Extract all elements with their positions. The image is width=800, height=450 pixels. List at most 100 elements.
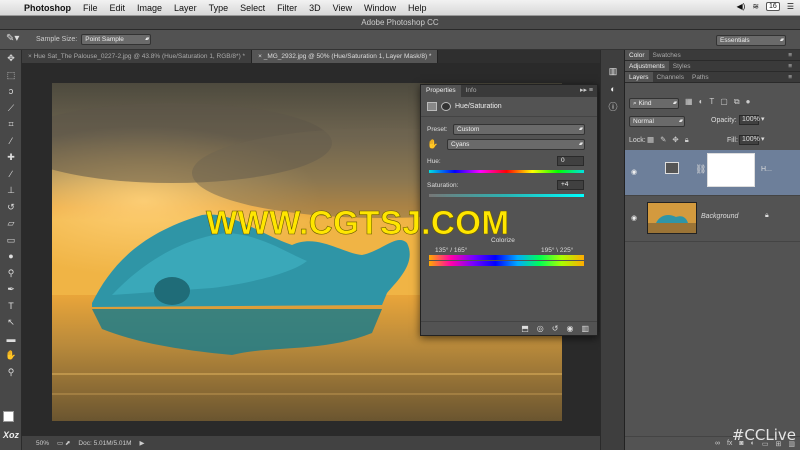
tab-adjustments[interactable]: Adjustments <box>625 61 669 71</box>
result-color-bar[interactable] <box>429 261 584 266</box>
zoom-tool-icon[interactable]: ⚲ <box>0 364 22 381</box>
sample-size-select[interactable]: Point Sample <box>81 34 152 45</box>
opacity-dropdown-icon[interactable]: ▾ <box>761 115 765 123</box>
type-filter-icon[interactable]: T <box>709 97 714 107</box>
tab-layers[interactable]: Layers <box>625 72 653 82</box>
toggle-visibility-icon[interactable]: ◉ <box>566 324 573 333</box>
lasso-tool-icon[interactable]: ↄ <box>0 83 22 100</box>
blur-tool-icon[interactable]: ● <box>0 248 22 265</box>
menu-edit[interactable]: Edit <box>110 3 126 13</box>
doc-tab-mg2932[interactable]: × _MG_2932.jpg @ 50% (Hue/Saturation 1, … <box>252 50 439 63</box>
properties-panel-icon[interactable]: ◐ <box>601 80 625 98</box>
notification-icon[interactable]: ☰ <box>787 2 794 11</box>
smart-object-filter-icon[interactable]: ⧉ <box>734 97 740 107</box>
quick-select-tool-icon[interactable]: ⟋ <box>0 100 22 117</box>
zoom-level[interactable]: 50% <box>36 440 49 447</box>
menu-help[interactable]: Help <box>408 3 427 13</box>
eraser-tool-icon[interactable]: ▱ <box>0 215 22 232</box>
path-select-tool-icon[interactable]: ↖ <box>0 314 22 331</box>
menu-app-photoshop[interactable]: Photoshop <box>24 3 71 13</box>
layer-row-hue-saturation[interactable]: ◉ ⛓︎ H... <box>625 150 800 196</box>
pixel-filter-icon[interactable]: ▦ <box>685 97 693 107</box>
gradient-tool-icon[interactable]: ▭ <box>0 232 22 249</box>
tab-swatches[interactable]: Swatches <box>649 50 685 60</box>
tab-paths[interactable]: Paths <box>688 72 713 82</box>
lock-position-icon[interactable]: ✥ <box>672 135 678 145</box>
panel-menu-icon[interactable]: ▸▸ ≡ <box>580 86 593 94</box>
menu-image[interactable]: Image <box>137 3 162 13</box>
lock-transparent-icon[interactable]: ▦ <box>647 135 654 145</box>
doc-tab-palouse[interactable]: × Hue Sat_The Palouse_0227-2.jpg @ 43.8%… <box>22 50 253 63</box>
type-tool-icon[interactable]: T <box>0 298 22 315</box>
hand-tool-icon[interactable]: ✋ <box>0 347 22 364</box>
hue-input[interactable]: 0 <box>557 156 584 166</box>
fill-dropdown-icon[interactable]: ▾ <box>761 135 765 143</box>
panel-menu-icon[interactable]: ≡ <box>784 61 796 72</box>
menu-3d[interactable]: 3D <box>309 3 321 13</box>
filter-toggle-icon[interactable]: ● <box>746 97 751 107</box>
panel-menu-icon[interactable]: ≡ <box>784 72 796 83</box>
delete-adjustment-icon[interactable]: ▥ <box>581 324 589 333</box>
crop-tool-icon[interactable]: ⌗ <box>0 116 22 133</box>
layer-name[interactable]: H... <box>761 166 772 173</box>
brush-tool-icon[interactable]: ∕ <box>0 166 22 183</box>
saturation-input[interactable]: +4 <box>557 180 584 190</box>
visibility-eye-icon[interactable]: ◉ <box>631 168 637 176</box>
clip-to-layer-icon[interactable]: ⬒ <box>521 324 529 333</box>
adjustment-filter-icon[interactable]: ◐ <box>699 97 704 107</box>
status-menu-arrow-icon[interactable]: ▶ <box>140 439 145 447</box>
menu-select[interactable]: Select <box>240 3 265 13</box>
saturation-slider[interactable] <box>429 194 584 197</box>
eyedropper-tool-icon[interactable]: ⁄ <box>0 133 22 150</box>
panel-menu-icon[interactable]: ≡ <box>784 50 796 61</box>
opacity-input[interactable]: 100% <box>739 115 760 125</box>
reset-icon[interactable]: ↺ <box>552 324 559 333</box>
info-panel-icon[interactable]: ⓘ <box>601 98 625 116</box>
channel-select[interactable]: Cyans <box>447 139 585 150</box>
move-tool-icon[interactable]: ✥ <box>0 50 22 67</box>
menu-type[interactable]: Type <box>209 3 229 13</box>
menu-layer[interactable]: Layer <box>174 3 197 13</box>
hue-slider[interactable] <box>429 170 584 173</box>
workspace-select[interactable]: Essentials <box>716 35 786 46</box>
blend-mode-select[interactable]: Normal <box>629 116 685 127</box>
tab-properties[interactable]: Properties <box>421 85 461 97</box>
calendar-icon[interactable]: 16 <box>766 2 780 11</box>
fill-input[interactable]: 100% <box>739 135 760 145</box>
shape-tool-icon[interactable]: ▬ <box>0 331 22 348</box>
tab-color[interactable]: Color <box>625 50 649 60</box>
wifi-icon[interactable]: ≋ <box>752 2 759 11</box>
preset-select[interactable]: Custom <box>453 124 585 135</box>
layer-mask-thumbnail[interactable] <box>707 153 755 187</box>
menu-file[interactable]: File <box>83 3 98 13</box>
filter-kind-select[interactable]: ⌕ Kind <box>629 98 679 109</box>
history-panel-icon[interactable]: ▥ <box>601 62 625 80</box>
clone-stamp-tool-icon[interactable]: ⊥ <box>0 182 22 199</box>
foreground-color-swatch[interactable] <box>3 411 14 422</box>
healing-brush-tool-icon[interactable]: ✚ <box>0 149 22 166</box>
layer-name[interactable]: Background <box>701 213 738 220</box>
dodge-tool-icon[interactable]: ⚲ <box>0 265 22 282</box>
menu-filter[interactable]: Filter <box>277 3 297 13</box>
adjustment-icon[interactable] <box>427 102 437 111</box>
marquee-tool-icon[interactable]: ⬚ <box>0 67 22 84</box>
pen-tool-icon[interactable]: ✒ <box>0 281 22 298</box>
history-brush-tool-icon[interactable]: ↺ <box>0 199 22 216</box>
layer-row-background[interactable]: ◉ Background 🔒︎ <box>625 196 800 242</box>
visibility-eye-icon[interactable]: ◉ <box>631 214 637 222</box>
lock-all-icon[interactable]: 🔒︎ <box>685 135 689 145</box>
view-previous-state-icon[interactable]: ◎ <box>537 324 544 333</box>
shape-filter-icon[interactable]: ▢ <box>720 97 728 107</box>
menu-window[interactable]: Window <box>364 3 396 13</box>
menu-view[interactable]: View <box>333 3 352 13</box>
tab-info[interactable]: Info <box>461 85 482 97</box>
volume-icon[interactable]: ◀) <box>737 2 746 11</box>
lock-pixels-icon[interactable]: ✎ <box>660 135 666 145</box>
tab-styles[interactable]: Styles <box>669 61 695 71</box>
link-chain-icon[interactable]: ⛓︎ <box>695 164 706 175</box>
tab-channels[interactable]: Channels <box>653 72 688 82</box>
mask-icon[interactable] <box>441 102 451 111</box>
targeted-adjustment-hand-icon[interactable]: ✋ <box>427 139 438 150</box>
eyedropper-tool-preset-icon[interactable]: ✎▾ <box>6 33 28 47</box>
link-layers-icon[interactable]: ∞ <box>715 440 720 447</box>
